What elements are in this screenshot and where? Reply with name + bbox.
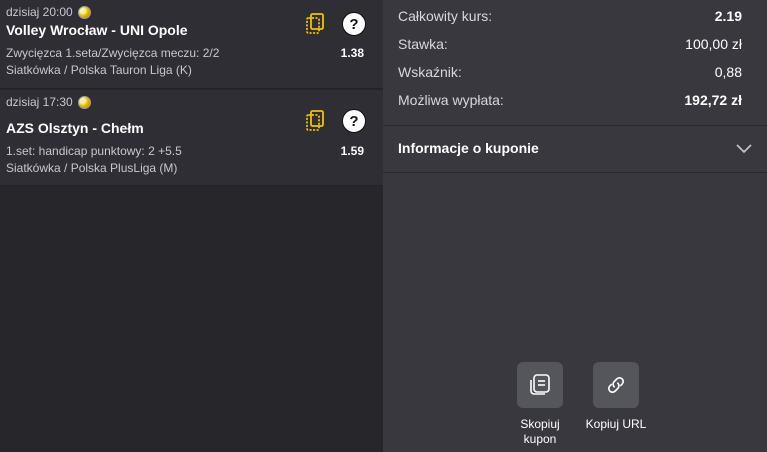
volleyball-icon: [77, 95, 91, 109]
bet-time: dzisiaj 20:00: [6, 5, 91, 19]
stake-value: 100,00 zł: [685, 36, 742, 52]
total-odds-label: Całkowity kurs:: [398, 8, 493, 24]
copy-url-button[interactable]: [593, 362, 639, 408]
help-icon[interactable]: ?: [342, 12, 366, 36]
bet-list: dzisiaj 20:00 Volley Wrocław - UNI Opole…: [0, 0, 383, 452]
bet-league: Siatkówka / Polska Tauron Liga (K): [6, 63, 192, 77]
coupon-view: dzisiaj 20:00 Volley Wrocław - UNI Opole…: [0, 0, 767, 452]
bet-time: dzisiaj 17:30: [6, 95, 91, 109]
copy-coupon-label: Skopiuj kupon: [510, 417, 570, 447]
bet-item[interactable]: dzisiaj 20:00 Volley Wrocław - UNI Opole…: [0, 0, 383, 89]
copy-coupon-action[interactable]: Skopiuj kupon: [510, 362, 570, 447]
bet-item[interactable]: dzisiaj 17:30 AZS Olsztyn - Chełm 1.set:…: [0, 90, 383, 186]
payout-value: 192,72 zł: [684, 92, 742, 108]
copy-coupon-button[interactable]: [517, 362, 563, 408]
copy-url-label: Kopiuj URL: [585, 417, 647, 431]
coupon-info-label: Informacje o kuponie: [398, 140, 539, 156]
coupon-summary-panel: Całkowity kurs: 2.19 Stawka: 100,00 zł W…: [383, 0, 767, 452]
bet-odd: 1.59: [340, 144, 364, 158]
bet-market: 1.set: handicap punktowy: 2 +5.5: [6, 144, 182, 158]
coupon-info-toggle[interactable]: Informacje o kuponie: [383, 126, 767, 172]
stake-label: Stawka:: [398, 36, 448, 52]
link-icon: [607, 376, 625, 394]
indicator-value: 0,88: [714, 64, 742, 80]
bet-match[interactable]: Volley Wrocław - UNI Opole: [6, 22, 188, 38]
copy-url-action[interactable]: Kopiuj URL: [585, 362, 647, 432]
bet-odd: 1.38: [340, 46, 364, 60]
bet-time-text: dzisiaj 17:30: [6, 95, 73, 109]
divider: [383, 172, 767, 173]
bet-league: Siatkówka / Polska PlusLiga (M): [6, 161, 178, 175]
bet-market: Zwycięzca 1.seta/Zwycięzca meczu: 2/2: [6, 46, 220, 60]
bet-match[interactable]: AZS Olsztyn - Chełm: [6, 120, 144, 136]
chevron-down-icon[interactable]: [735, 139, 753, 157]
copy-coupon-label-line2: kupon: [523, 432, 557, 446]
betbuilder-icon[interactable]: [305, 13, 325, 35]
volleyball-icon: [77, 5, 91, 19]
total-odds-value: 2.19: [714, 8, 742, 24]
copy-coupon-label-line1: Skopiuj: [520, 417, 560, 431]
betbuilder-icon[interactable]: [305, 110, 325, 132]
payout-label: Możliwa wypłata:: [398, 92, 504, 108]
help-icon[interactable]: ?: [342, 109, 366, 133]
copy-coupon-icon: [530, 374, 550, 395]
indicator-label: Wskaźnik:: [398, 64, 462, 80]
bet-time-text: dzisiaj 20:00: [6, 5, 73, 19]
